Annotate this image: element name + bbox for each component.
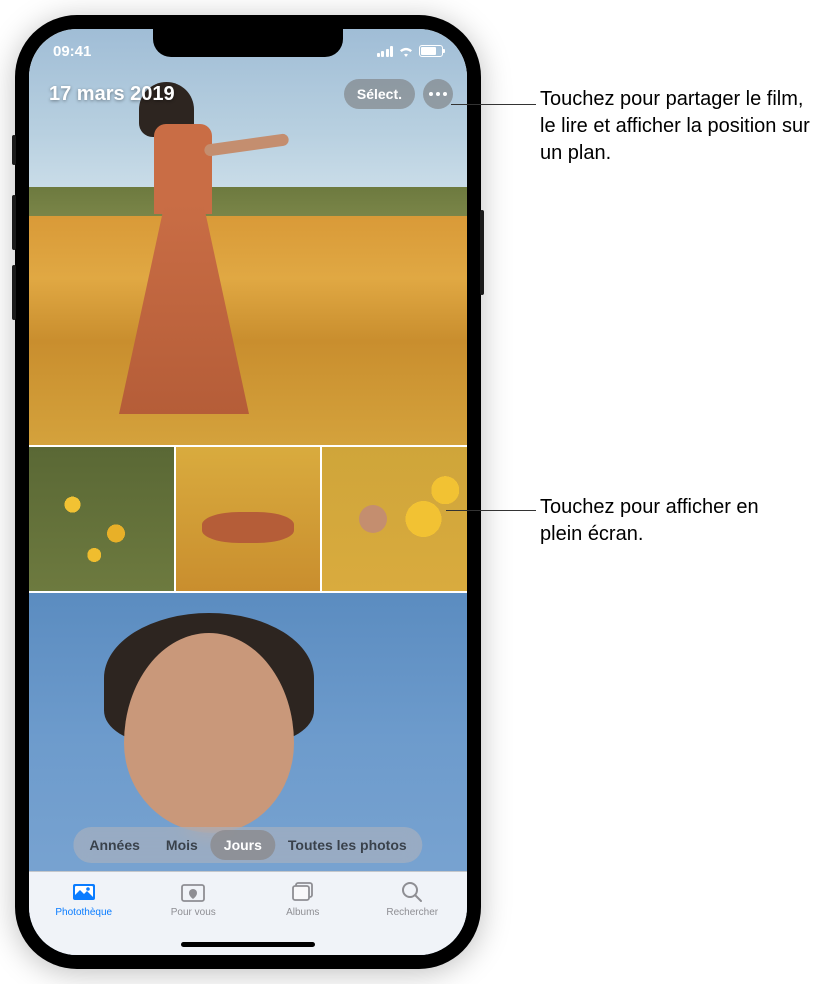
segment-all[interactable]: Toutes les photos bbox=[275, 830, 420, 860]
tab-label: Rechercher bbox=[386, 907, 438, 918]
callout-leader-line bbox=[446, 510, 536, 511]
view-segmented-control[interactable]: Années Mois Jours Toutes les photos bbox=[73, 827, 422, 863]
library-header: 17 mars 2019 Sélect. bbox=[49, 79, 453, 109]
battery-icon bbox=[419, 45, 443, 57]
tab-label: Albums bbox=[286, 907, 319, 918]
phone-frame: 09:41 bbox=[15, 15, 481, 969]
callout-more-menu: Touchez pour partager le film, le lire e… bbox=[540, 86, 810, 167]
callout-fullscreen: Touchez pour afficher en plein écran. bbox=[540, 494, 790, 548]
tab-label: Pour vous bbox=[171, 907, 216, 918]
search-icon bbox=[398, 880, 426, 904]
side-button bbox=[480, 210, 484, 295]
photo-thumbnail[interactable] bbox=[322, 447, 467, 591]
home-indicator[interactable] bbox=[181, 942, 315, 947]
photo-thumbnail[interactable] bbox=[176, 447, 321, 591]
cellular-icon bbox=[377, 46, 394, 57]
status-icons bbox=[377, 45, 444, 57]
ellipsis-icon bbox=[429, 92, 447, 96]
segment-months[interactable]: Mois bbox=[153, 830, 211, 860]
date-title: 17 mars 2019 bbox=[49, 83, 175, 106]
notch bbox=[153, 29, 343, 57]
more-button[interactable] bbox=[423, 79, 453, 109]
volume-up-button bbox=[12, 195, 16, 250]
albums-icon bbox=[289, 880, 317, 904]
status-time: 09:41 bbox=[53, 43, 91, 60]
volume-down-button bbox=[12, 265, 16, 320]
segment-years[interactable]: Années bbox=[76, 830, 153, 860]
foryou-icon bbox=[179, 880, 207, 904]
wifi-icon bbox=[398, 45, 414, 57]
silent-switch bbox=[12, 135, 16, 165]
segment-days[interactable]: Jours bbox=[211, 830, 275, 860]
photo-thumbnail[interactable] bbox=[29, 447, 174, 591]
screen: 09:41 bbox=[29, 29, 467, 955]
library-icon bbox=[70, 880, 98, 904]
tab-label: Photothèque bbox=[55, 907, 112, 918]
select-button[interactable]: Sélect. bbox=[344, 79, 415, 109]
callout-leader-line bbox=[451, 104, 536, 105]
thumbnail-row bbox=[29, 447, 467, 591]
tab-library[interactable]: Photothèque bbox=[29, 872, 139, 955]
tab-search[interactable]: Rechercher bbox=[358, 872, 468, 955]
photo-library-content bbox=[29, 29, 467, 955]
